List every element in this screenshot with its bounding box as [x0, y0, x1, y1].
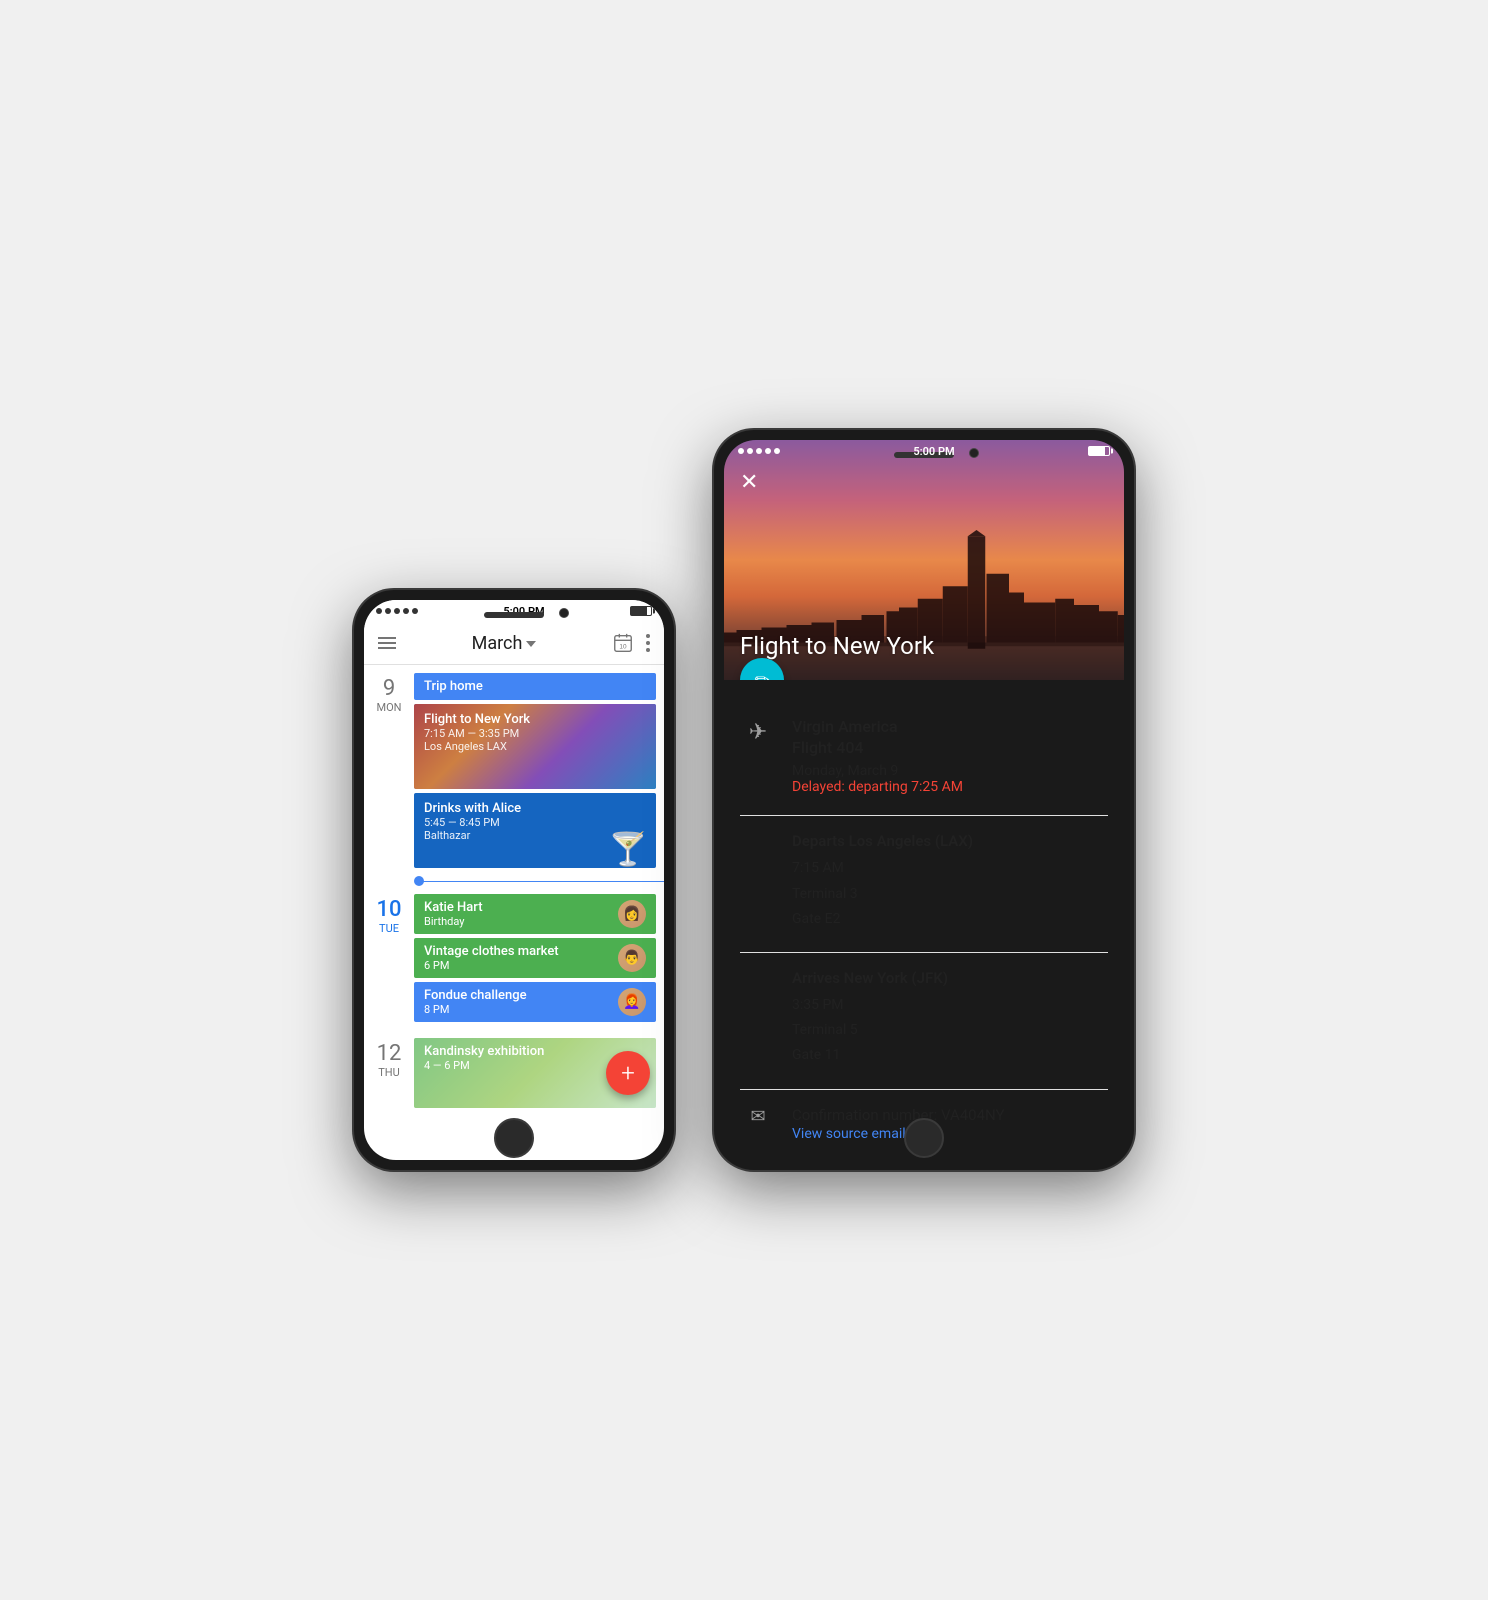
fondue-time: 8 PM	[424, 1003, 527, 1016]
avatar-fondue: 👩‍🦰	[618, 988, 646, 1016]
flight-title: Flight to New York	[424, 712, 646, 727]
month-label: March	[472, 633, 523, 654]
departs-section: Departs Los Angeles (LAX) 7:15 AM Termin…	[792, 832, 1108, 932]
more-options-icon[interactable]	[646, 634, 650, 652]
phone-2-flight: 5:00 PM	[714, 430, 1134, 1170]
hamburger-menu-icon[interactable]	[378, 637, 396, 649]
drinks-location: Balthazar	[424, 829, 646, 842]
departs-gate: Gate E2	[792, 911, 840, 927]
arrives-details: 3:35 PM Terminal 5 Gate 11	[792, 993, 1108, 1069]
day-events-9: Trip home Flight to New York 7:15 AM — 3…	[414, 673, 664, 868]
departs-title: Departs Los Angeles (LAX)	[792, 832, 1108, 850]
camera-1	[559, 608, 569, 618]
birthday-subtitle: Birthday	[424, 915, 483, 928]
home-button-2[interactable]	[904, 1118, 944, 1158]
toolbar-icons: 10	[612, 632, 650, 654]
airline-info-row: ✈ Virgin America Flight 404 Monday, Marc…	[740, 710, 1108, 795]
flight-number: Flight 404	[792, 738, 1108, 757]
event-vintage[interactable]: Vintage clothes market 6 PM 👨	[414, 938, 656, 978]
day-number-9: 9	[364, 677, 414, 701]
divider-3	[740, 1089, 1108, 1090]
phones-container: 5:00 PM March	[354, 430, 1134, 1170]
arrives-terminal: Terminal 5	[792, 1022, 858, 1038]
day-number-12: 12	[364, 1042, 414, 1066]
event-flight[interactable]: Flight to New York 7:15 AM — 3:35 PM Los…	[414, 704, 656, 789]
phone-1-calendar: 5:00 PM March	[354, 590, 674, 1170]
calendar-icon[interactable]: 10	[612, 632, 634, 654]
arrives-gate: Gate 11	[792, 1047, 840, 1063]
flight-time: 7:15 AM — 3:35 PM	[424, 727, 646, 740]
status-time-2: 5:00 PM	[913, 445, 954, 458]
day-label-10: 10 Tue	[364, 894, 414, 1022]
departs-terminal: Terminal 3	[792, 886, 858, 902]
dropdown-arrow-icon	[526, 641, 536, 647]
event-drinks[interactable]: Drinks with Alice 5:45 — 8:45 PM Balthaz…	[414, 793, 656, 868]
flight-delayed-status: Delayed: departing 7:25 AM	[792, 779, 1108, 795]
status-bar-1: 5:00 PM	[364, 600, 664, 622]
airline-name: Virgin America	[792, 716, 1108, 738]
email-icon: ✉	[740, 1106, 776, 1127]
fab-add-event-button[interactable]: +	[606, 1051, 650, 1095]
phone-2-screen: 5:00 PM	[724, 440, 1124, 1160]
event-fondue[interactable]: Fondue challenge 8 PM 👩‍🦰	[414, 982, 656, 1022]
arrives-section: Arrives New York (JFK) 3:35 PM Terminal …	[792, 969, 1108, 1069]
signal-dots	[376, 608, 418, 614]
flight-hero: ✕ Flight to New York ✏	[724, 440, 1124, 680]
vintage-title: Vintage clothes market	[424, 944, 559, 959]
battery-1	[630, 606, 652, 616]
signal-dots-2	[738, 448, 780, 454]
event-birthday[interactable]: Katie Hart Birthday 👩	[414, 894, 656, 934]
home-button-1[interactable]	[494, 1118, 534, 1158]
speaker-1	[484, 612, 544, 618]
day-events-10: Katie Hart Birthday 👩 Vintage clothes ma…	[414, 894, 664, 1022]
day-section-9: 9 Mon Trip home Flight to New York 7:15 …	[364, 665, 664, 876]
divider-1	[740, 815, 1108, 816]
airplane-icon: ✈	[740, 716, 776, 795]
battery-2	[1088, 446, 1110, 456]
today-indicator-line	[364, 876, 664, 886]
divider-2	[740, 952, 1108, 953]
drinks-time: 5:45 — 8:45 PM	[424, 816, 646, 829]
flight-location: Los Angeles LAX	[424, 740, 646, 753]
drinks-title: Drinks with Alice	[424, 801, 646, 816]
flight-hero-title: Flight to New York	[740, 632, 934, 660]
day-name-10: Tue	[364, 922, 414, 935]
event-trip-home[interactable]: Trip home	[414, 673, 656, 700]
view-email-link[interactable]: View source email	[792, 1126, 1005, 1142]
day-name-12: Thu	[364, 1066, 414, 1079]
day-number-10: 10	[364, 898, 414, 922]
calendar-title[interactable]: March	[472, 633, 537, 654]
day-section-10: 10 Tue Katie Hart Birthday 👩	[364, 886, 664, 1030]
birthday-title: Katie Hart	[424, 900, 483, 915]
day-label-12: 12 Thu	[364, 1038, 414, 1108]
departs-details: 7:15 AM Terminal 3 Gate E2	[792, 856, 1108, 932]
svg-text:10: 10	[619, 644, 627, 651]
day-name-9: Mon	[364, 701, 414, 714]
flight-detail-body: ✈ Virgin America Flight 404 Monday, Marc…	[724, 680, 1124, 1158]
day-label-9: 9 Mon	[364, 673, 414, 868]
arrives-title: Arrives New York (JFK)	[792, 969, 1108, 987]
vintage-time: 6 PM	[424, 959, 559, 972]
status-bar-2: 5:00 PM	[724, 440, 1124, 462]
departs-time: 7:15 AM	[792, 860, 844, 876]
confirmation-number: Confirmation number: VA404NY	[792, 1106, 1005, 1124]
close-button[interactable]: ✕	[740, 470, 758, 495]
arrives-time: 3:35 PM	[792, 997, 844, 1013]
avatar-katie: 👩	[618, 900, 646, 928]
calendar-toolbar: March 10	[364, 622, 664, 665]
flight-date: Monday, March 9	[792, 763, 1108, 779]
avatar-vintage: 👨	[618, 944, 646, 972]
fondue-title: Fondue challenge	[424, 988, 527, 1003]
phone-1-screen: 5:00 PM March	[364, 600, 664, 1160]
